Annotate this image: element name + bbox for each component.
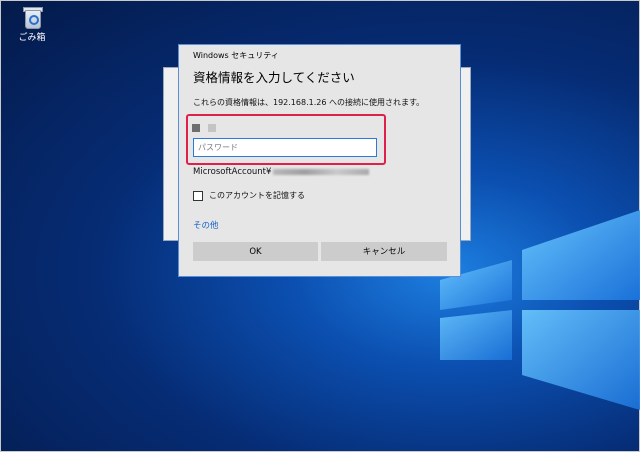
account-email-redacted — [273, 168, 370, 175]
recycle-bin-icon — [22, 6, 43, 29]
recycle-bin-label: ごみ箱 — [18, 33, 46, 43]
credential-dialog: Windows セキュリティ 資格情報を入力してください これらの資格情報は、1… — [178, 44, 461, 277]
user-avatar-icon — [192, 123, 200, 132]
cancel-button[interactable]: キャンセル — [321, 242, 447, 261]
dialog-window-title: Windows セキュリティ — [193, 51, 279, 60]
remember-account-option[interactable]: このアカウントを記憶する — [193, 190, 305, 201]
logo-pane-top-right — [522, 210, 640, 300]
desktop-recycle-bin[interactable]: ごみ箱 — [12, 6, 52, 43]
logo-pane-bottom-right — [522, 310, 640, 410]
user-name-redacted — [208, 123, 216, 132]
account-prefix: MicrosoftAccount¥ — [193, 167, 272, 177]
remember-label: このアカウントを記憶する — [209, 191, 305, 200]
remember-checkbox[interactable] — [193, 190, 203, 201]
more-options-link[interactable]: その他 — [193, 219, 219, 231]
password-input[interactable] — [193, 138, 377, 157]
logo-pane-bottom-left — [440, 310, 512, 360]
dialog-description: これらの資格情報は、192.168.1.26 への接続に使用されます。 — [193, 98, 425, 107]
ok-button[interactable]: OK — [193, 242, 318, 261]
dialog-heading: 資格情報を入力してください — [193, 70, 355, 85]
account-name: MicrosoftAccount¥ — [193, 167, 370, 177]
user-indicator — [192, 117, 224, 136]
